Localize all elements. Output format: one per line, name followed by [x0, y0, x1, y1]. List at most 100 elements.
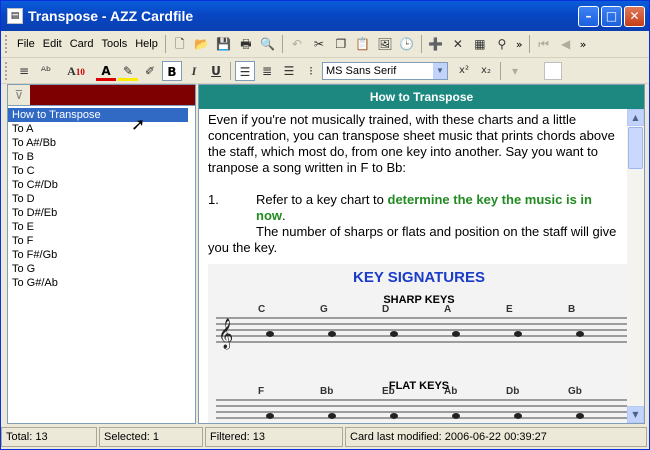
previous-card-icon[interactable]: ◀	[556, 34, 576, 54]
step-number: 1.	[208, 192, 219, 207]
card-title: How to Transpose	[199, 85, 644, 109]
chevron-more-nav-icon[interactable]: »	[580, 38, 587, 51]
list-item[interactable]: To G	[8, 262, 195, 276]
new-card-icon[interactable]: ➕	[426, 34, 446, 54]
font-color-icon[interactable]: A	[96, 61, 116, 81]
underline-button[interactable]: U	[206, 61, 226, 81]
status-total: Total: 13	[1, 427, 97, 447]
scroll-thumb[interactable]	[628, 127, 643, 169]
card-list: How to Transpose To A To A#/Bb To B To C…	[8, 106, 195, 290]
list-item[interactable]: To F	[8, 234, 195, 248]
delete-icon[interactable]: ✕	[448, 34, 468, 54]
note-label: E	[506, 304, 513, 315]
list-item[interactable]: To D#/Eb	[8, 206, 195, 220]
menu-bar: File Edit Card Tools Help	[13, 38, 162, 50]
note-label: G	[320, 304, 328, 315]
note-label: C	[258, 304, 265, 315]
first-card-icon[interactable]: ⏮	[534, 34, 554, 54]
toolbar-grip[interactable]	[5, 35, 9, 53]
list-item[interactable]: To D	[8, 192, 195, 206]
list-item[interactable]: To E	[8, 220, 195, 234]
status-modified: Card last modified: 2006-06-22 00:39:27	[345, 427, 647, 447]
list-item[interactable]: To C	[8, 164, 195, 178]
menu-card[interactable]: Card	[66, 38, 98, 50]
align-center-icon[interactable]: ≣	[257, 61, 277, 81]
menu-file[interactable]: File	[13, 38, 39, 50]
minimize-button[interactable]: –	[578, 6, 599, 27]
align-right-icon[interactable]: ☰	[279, 61, 299, 81]
note-head	[328, 331, 336, 337]
italic-button[interactable]: I	[184, 61, 204, 81]
note-head	[452, 413, 460, 419]
superscript-button[interactable]: x²	[454, 61, 474, 81]
bullets-icon[interactable]: ⁝	[301, 61, 321, 81]
maximize-button[interactable]: □	[601, 6, 622, 27]
intro-text: Even if you're not musically trained, wi…	[208, 112, 615, 175]
highlight-color-icon[interactable]: ✎	[118, 61, 138, 81]
paragraph-icon[interactable]: ≡	[14, 61, 34, 81]
scroll-up-icon[interactable]: ▲	[627, 109, 644, 126]
list-item[interactable]: To A	[8, 122, 195, 136]
menu-tools[interactable]: Tools	[98, 38, 132, 50]
list-item[interactable]: To C#/Db	[8, 178, 195, 192]
card-content[interactable]: Even if you're not musically trained, wi…	[199, 109, 627, 423]
paste-icon[interactable]: 📋	[353, 34, 373, 54]
status-filtered: Filtered: 13	[205, 427, 343, 447]
filter-input[interactable]	[30, 85, 195, 105]
note-label: A	[444, 304, 451, 315]
note-head	[266, 331, 274, 337]
filter-icon[interactable]: ⊽	[8, 85, 30, 105]
save-icon[interactable]: 💾	[214, 34, 234, 54]
print-icon[interactable]: 🖶	[236, 34, 256, 54]
note-head	[514, 331, 522, 337]
treble-clef-icon: 𝄞	[218, 318, 233, 350]
print-preview-icon[interactable]: 🔍	[258, 34, 278, 54]
insert-date-icon[interactable]: 🕒	[397, 34, 417, 54]
clear-format-icon[interactable]: ✐	[140, 61, 160, 81]
color-swatch[interactable]	[544, 61, 562, 80]
list-item[interactable]: To G#/Ab	[8, 276, 195, 290]
menu-edit[interactable]: Edit	[39, 38, 66, 50]
chevron-down-icon[interactable]: ▼	[433, 62, 447, 79]
note-head	[266, 413, 274, 419]
list-item[interactable]: To B	[8, 150, 195, 164]
font-name-select[interactable]: MS Sans Serif ▼	[322, 61, 448, 80]
cut-icon[interactable]: ✂	[309, 34, 329, 54]
note-head	[452, 331, 460, 337]
list-item[interactable]: To A#/Bb	[8, 136, 195, 150]
bold-button[interactable]: B	[162, 60, 182, 81]
card-view: How to Transpose Even if you're not musi…	[198, 84, 645, 424]
note-head	[390, 413, 398, 419]
chevron-more-icon[interactable]: »	[516, 38, 523, 51]
vertical-scrollbar[interactable]: ▲ ▼	[627, 109, 644, 423]
note-head	[514, 413, 522, 419]
note-head	[390, 331, 398, 337]
menu-help[interactable]: Help	[131, 38, 162, 50]
status-selected: Selected: 1	[99, 427, 203, 447]
subscript-button[interactable]: x₂	[476, 61, 496, 81]
close-button[interactable]: ✕	[624, 6, 645, 27]
new-icon[interactable]: 🗋	[170, 34, 190, 54]
list-item[interactable]: How to Transpose	[8, 108, 188, 122]
card-list-panel: ⊽ How to Transpose To A To A#/Bb To B To…	[7, 84, 196, 424]
undo-icon[interactable]: ↶	[287, 34, 307, 54]
copy-icon[interactable]: ❐	[331, 34, 351, 54]
align-left-icon[interactable]: ☰	[235, 60, 255, 81]
list-item[interactable]: To F#/Gb	[8, 248, 195, 262]
step-text: Refer to a key chart to	[256, 192, 388, 207]
note-label: B	[568, 304, 575, 315]
options-dropdown-icon[interactable]: ▾	[505, 61, 525, 81]
title-bar: ▤ Transpose - AZZ Cardfile – □ ✕	[1, 1, 649, 31]
find-icon[interactable]: ⚲	[492, 34, 512, 54]
app-window: ▤ Transpose - AZZ Cardfile – □ ✕ File Ed…	[0, 0, 650, 450]
properties-icon[interactable]: ▦	[470, 34, 490, 54]
filter-bar: ⊽	[8, 85, 195, 106]
insert-picture-icon[interactable]: 🖼	[375, 34, 395, 54]
scroll-down-icon[interactable]: ▼	[627, 406, 644, 423]
font-name-value: MS Sans Serif	[326, 64, 397, 77]
key-signatures-image: KEY SIGNATURES SHARP KEYS 𝄞 CGDAEB F Bb Eb…	[208, 264, 627, 423]
spellcheck-icon[interactable]: ᴬᵇ	[36, 61, 56, 81]
open-folder-icon[interactable]: 📂	[192, 34, 212, 54]
toolbar-grip-2[interactable]	[5, 61, 9, 80]
font-size-icon[interactable]: A10	[58, 61, 94, 81]
